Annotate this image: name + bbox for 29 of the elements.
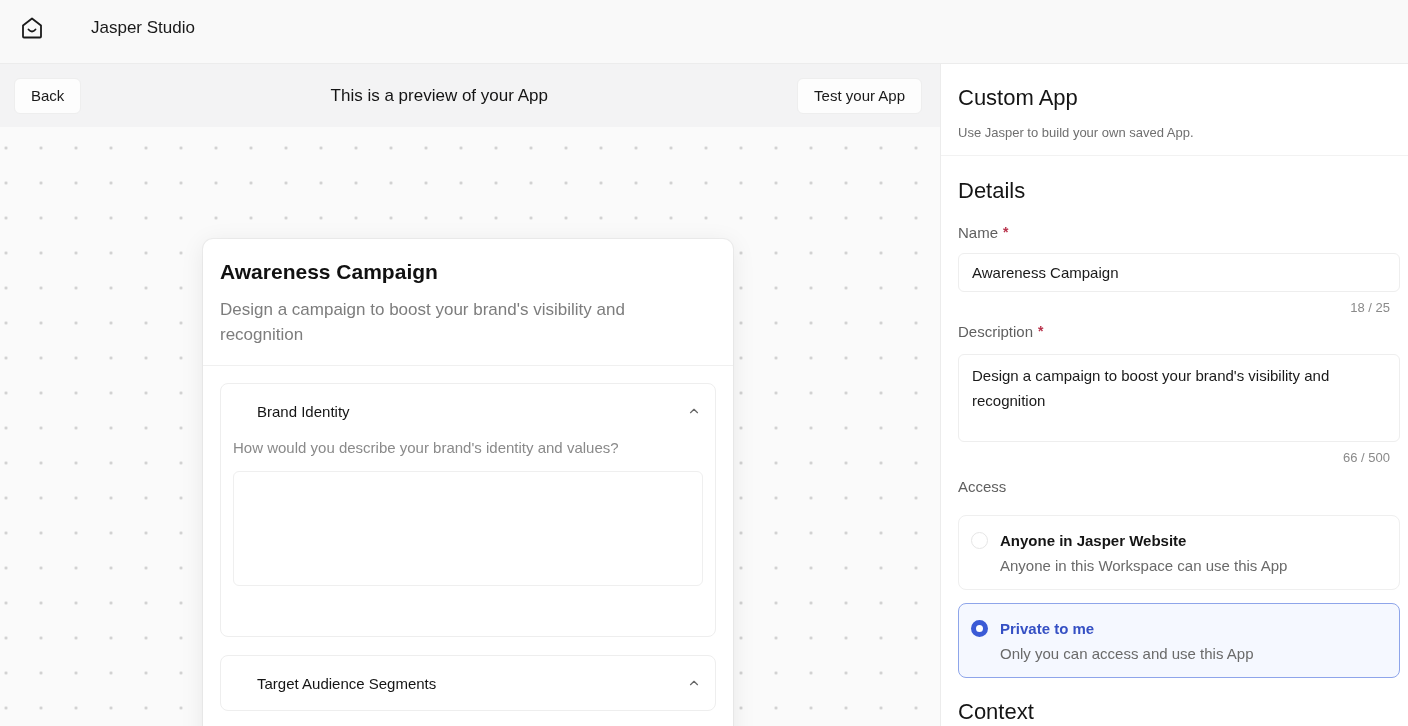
- app-title: Jasper Studio: [91, 17, 195, 38]
- option-description: Only you can access and use this App: [1000, 644, 1254, 663]
- card-title: Awareness Campaign: [220, 259, 439, 285]
- card-description: Design a campaign to boost your brand's visibility and recognition: [220, 299, 626, 346]
- name-input[interactable]: Awareness Campaign: [958, 253, 1400, 292]
- context-heading: Context: [958, 701, 1035, 723]
- section-heading: Target Audience Segments: [257, 674, 438, 692]
- preview-title: This is a preview of your App: [329, 85, 549, 106]
- required-asterisk: *: [1003, 224, 1009, 240]
- section-heading: Brand Identity: [257, 402, 351, 420]
- option-description: Anyone in this Workspace can use this App: [1000, 556, 1288, 575]
- required-asterisk: *: [1038, 323, 1044, 339]
- question-text: How would you describe your brand's identity and values?: [233, 438, 620, 458]
- option-title: Anyone in Jasper Website: [1000, 531, 1188, 550]
- details-heading: Details: [958, 177, 1027, 205]
- character-counter: 66 / 500: [1343, 450, 1390, 466]
- field-label: Description: [958, 322, 1034, 340]
- panel-title: Custom App: [958, 84, 1079, 112]
- access-option[interactable]: Anyone in Jasper Website Anyone in this Workspace can use this App: [958, 515, 1400, 590]
- house-icon[interactable]: [20, 15, 44, 40]
- panel-subtitle: Use Jasper to build your own saved App.: [958, 125, 1195, 141]
- field-label: Access: [958, 477, 1007, 495]
- back-button[interactable]: Back: [14, 77, 82, 114]
- description-textarea[interactable]: Design a campaign to boost your brand's visibility and recognition: [958, 354, 1400, 442]
- access-option[interactable]: Private to me Only you can access and use this App: [958, 603, 1400, 678]
- character-counter: 18 / 25: [1350, 300, 1390, 316]
- test-app-button[interactable]: Test your App: [797, 77, 922, 114]
- option-title: Private to me: [1000, 619, 1096, 638]
- field-label: Name: [958, 223, 998, 241]
